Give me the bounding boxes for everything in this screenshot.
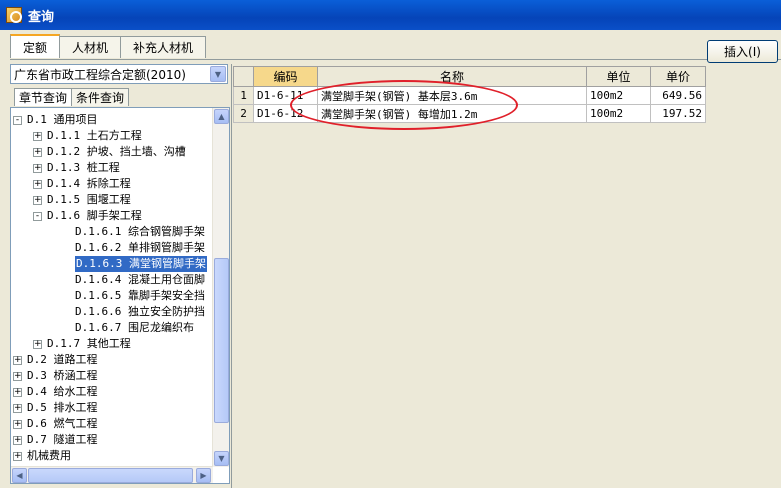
tree-vertical-scrollbar[interactable]: ▲ ▼ [212,108,229,467]
tree-node-label: D.6 燃气工程 [27,417,98,430]
tab-quota[interactable]: 定额 [10,34,61,58]
cell-price[interactable]: 197.52 [650,104,706,123]
tree-node[interactable]: + D.1.7 其他工程 [11,336,211,352]
collapse-icon[interactable]: - [13,116,22,125]
left-panel: 广东省市政工程综合定额(2010) ▼ 章节查询 条件查询 - D.1 通用项目 +… [10,64,230,484]
header-rownum [233,66,254,87]
tree-node-label: D.5 排水工程 [27,401,98,414]
tree-node[interactable]: + D.1.3 桩工程 [11,160,211,176]
tree-node[interactable]: + D.4 给水工程 [11,384,211,400]
expand-icon[interactable]: + [33,196,42,205]
tree-node-label: D.1 通用项目 [27,113,98,126]
tree-node[interactable]: + D.1.4 拆除工程 [11,176,211,192]
header-unit[interactable]: 单位 [586,66,651,87]
tree-node[interactable]: + 机械费用 [11,448,211,464]
expand-icon[interactable]: + [13,452,22,461]
app-icon [6,7,22,23]
tree-node[interactable]: + D.1.1 土石方工程 [11,128,211,144]
tree-node[interactable]: + D.7 隧道工程 [11,432,211,448]
tree-node-label: D.1.6 脚手架工程 [47,209,142,222]
tree-node[interactable]: - D.1.6 脚手架工程 [11,208,211,224]
tree-node-label: D.1.6.5 靠脚手架安全挡 [75,289,205,302]
tree-node[interactable]: D.1.6.3 满堂钢管脚手架 [11,256,211,272]
tree-node[interactable]: + D.5 排水工程 [11,400,211,416]
tree-node-label: D.2 道路工程 [27,353,98,366]
tree-node-label: D.1.7 其他工程 [47,337,131,350]
tree-node[interactable]: + D.1.5 围堰工程 [11,192,211,208]
tree-node[interactable]: D.1.6.1 综合钢管脚手架 [11,224,211,240]
scroll-up-icon[interactable]: ▲ [214,109,229,124]
expand-icon[interactable]: + [13,356,22,365]
tree-node-label: D.1.2 护坡、挡土墙、沟槽 [47,145,186,158]
row-number: 1 [233,86,254,105]
tab-condition-search[interactable]: 条件查询 [71,88,130,106]
tree-node-label: D.1.4 拆除工程 [47,177,131,190]
expand-icon[interactable]: + [33,148,42,157]
tree-node-label: D.1.6.3 满堂钢管脚手架 [75,256,207,272]
tree-horizontal-scrollbar[interactable]: ◀ ▶ [11,466,213,483]
tree-node[interactable]: + D.3 桥涵工程 [11,368,211,384]
tree-node[interactable]: + D.1.2 护坡、挡土墙、沟槽 [11,144,211,160]
expand-icon[interactable]: + [33,132,42,141]
header-price[interactable]: 单价 [650,66,706,87]
tree-node-label: 机械费用 [27,449,71,462]
tree-node-label: D.1.1 土石方工程 [47,129,142,142]
tree-node[interactable]: D.1.6.6 独立安全防护挡 [11,304,211,320]
expand-icon[interactable]: + [33,180,42,189]
scroll-left-icon[interactable]: ◀ [12,468,27,483]
annotation-ellipse [290,80,518,130]
tree-node[interactable]: D.1.6.4 混凝土用仓面脚 [11,272,211,288]
window-title: 查询 [28,9,55,25]
tree-node-label: D.1.6.1 综合钢管脚手架 [75,225,205,238]
tab-supplement-materials[interactable]: 补充人材机 [120,36,207,58]
search-mode-tabs: 章节查询 条件查询 [14,88,130,106]
tree-node[interactable]: D.1.6.2 单排钢管脚手架 [11,240,211,256]
tree-node-label: D.1.6.6 独立安全防护挡 [75,305,205,318]
splitter[interactable] [231,64,232,488]
tree-node[interactable]: + D.2 道路工程 [11,352,211,368]
header-code[interactable]: 编码 [253,66,318,87]
expand-icon[interactable]: + [33,340,42,349]
cell-unit[interactable]: 100m2 [586,86,651,105]
cell-unit[interactable]: 100m2 [586,104,651,123]
tree-node-label: D.1.6.2 单排钢管脚手架 [75,241,205,254]
tree-node-label: D.3 桥涵工程 [27,369,98,382]
quota-library-value: 广东省市政工程综合定额(2010) [14,67,186,82]
scroll-right-icon[interactable]: ▶ [196,468,211,483]
tree-node-label: D.1.5 围堰工程 [47,193,131,206]
expand-icon[interactable]: + [13,404,22,413]
tab-chapter-search[interactable]: 章节查询 [14,88,73,106]
chapter-tree: - D.1 通用项目 + D.1.1 土石方工程 + D.1.2 护坡、挡土墙、沟槽 + D.… [10,107,230,484]
tree-list: - D.1 通用项目 + D.1.1 土石方工程 + D.1.2 护坡、挡土墙、沟槽 + D.… [11,112,211,464]
expand-icon[interactable]: + [13,436,22,445]
expand-icon[interactable]: + [33,164,42,173]
cell-price[interactable]: 649.56 [650,86,706,105]
chevron-down-icon[interactable]: ▼ [210,66,226,82]
hscroll-thumb[interactable] [28,468,193,483]
scroll-down-icon[interactable]: ▼ [214,451,229,466]
expand-icon[interactable]: + [13,372,22,381]
title-bar: 查询 [0,0,781,30]
collapse-icon[interactable]: - [33,212,42,221]
quota-library-select[interactable]: 广东省市政工程综合定额(2010) ▼ [10,64,228,84]
tab-materials[interactable]: 人材机 [59,36,122,58]
tab-divider [10,59,781,60]
tree-node-label: D.1.6.7 围尼龙编织布 [75,321,194,334]
tree-node-label: D.1.6.4 混凝土用仓面脚 [75,273,205,286]
tree-node[interactable]: D.1.6.5 靠脚手架安全挡 [11,288,211,304]
row-number: 2 [233,104,254,123]
tree-node-label: D.1.3 桩工程 [47,161,120,174]
tree-node[interactable]: D.1.6.7 围尼龙编织布 [11,320,211,336]
insert-button[interactable]: 插入(I) [707,40,778,63]
tree-node-label: D.7 隧道工程 [27,433,98,446]
tree-node[interactable]: - D.1 通用项目 [11,112,211,128]
expand-icon[interactable]: + [13,420,22,429]
scroll-thumb[interactable] [214,258,229,423]
tree-node-label: D.4 给水工程 [27,385,98,398]
tree-node[interactable]: + D.6 燃气工程 [11,416,211,432]
expand-icon[interactable]: + [13,388,22,397]
main-tabs: 定额 人材机 补充人材机 [10,34,207,60]
